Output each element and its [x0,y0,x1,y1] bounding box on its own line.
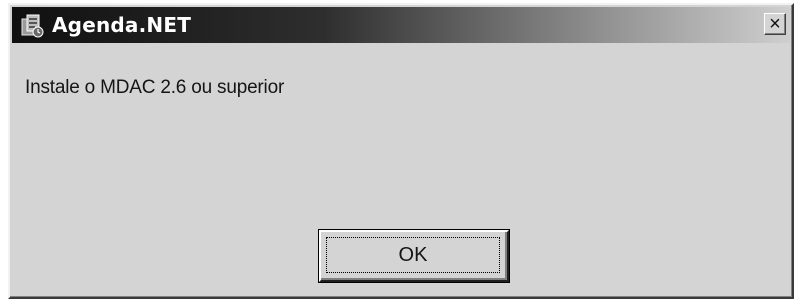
ok-focus-rectangle: OK [326,237,500,273]
window-title: Agenda.NET [52,13,192,37]
dialog-message: Instale o MDAC 2.6 ou superior [25,77,285,98]
close-button[interactable]: × [764,13,786,35]
ok-button-label: OK [398,243,428,266]
close-icon: × [769,13,781,35]
title-bar[interactable]: Agenda.NET × [12,7,790,43]
ok-button[interactable]: OK [318,229,510,283]
message-dialog-window: Agenda.NET × Instale o MDAC 2.6 ou super… [8,3,794,299]
agenda-app-icon [18,11,46,39]
